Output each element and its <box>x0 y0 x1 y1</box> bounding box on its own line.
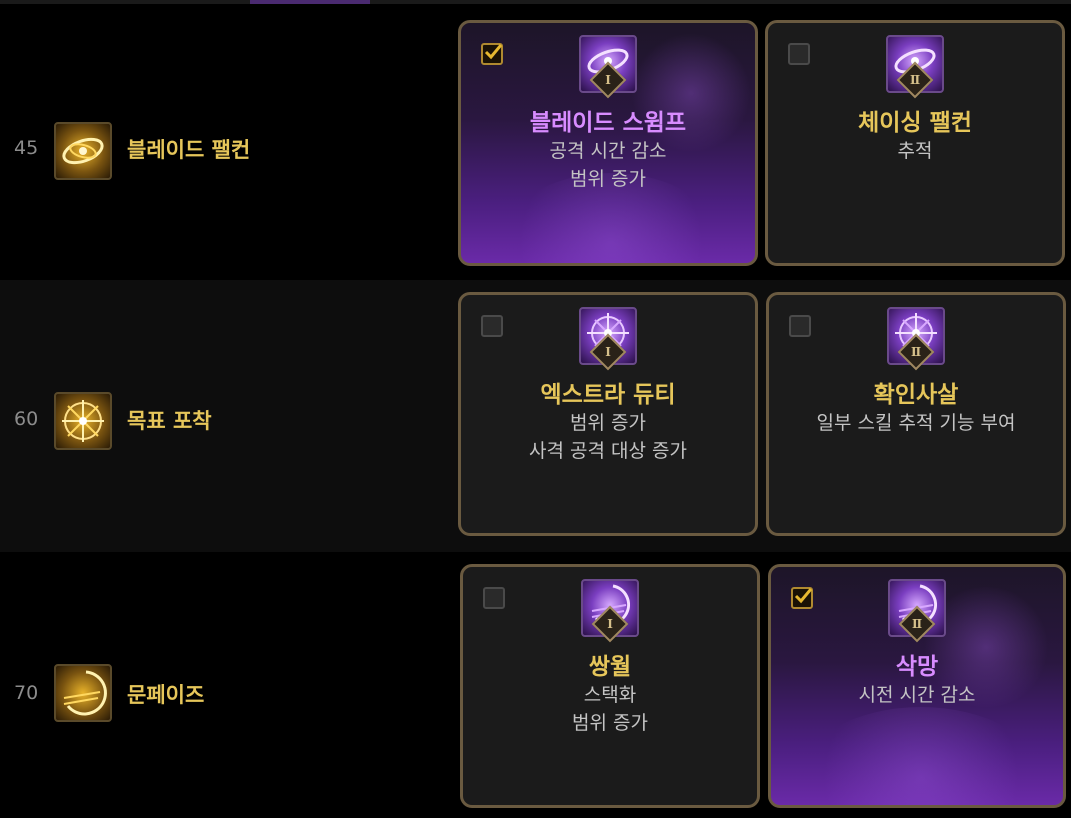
skill-row-70: 70 문페이즈 Ⅰ 쌍월 스택화 범위 증가 Ⅱ 삭망 시전 시간 감소 <box>0 552 1071 818</box>
option-checkbox[interactable] <box>788 43 810 65</box>
skill-level: 45 <box>14 137 39 159</box>
option-desc-line: 범위 증가 <box>570 168 646 190</box>
skill-row-45: 45 블레이드 팰컨 Ⅰ 블레이드 스윔프 공격 시간 감소 범위 증가 Ⅱ 체… <box>0 4 1071 280</box>
tripod-option-card[interactable]: Ⅱ 삭망 시전 시간 감소 <box>768 564 1066 808</box>
skill-name: 목표 포착 <box>127 409 212 433</box>
moon-phase-icon <box>54 664 112 722</box>
target-lock-icon <box>54 392 112 450</box>
tripod-option-card[interactable]: Ⅰ 엑스트라 듀티 범위 증가 사격 공격 대상 증가 <box>458 292 758 536</box>
option-title: 엑스트라 듀티 <box>540 382 676 408</box>
option-checkbox[interactable] <box>789 315 811 337</box>
option-description: 시전 시간 감소 <box>771 681 1063 709</box>
option-title: 삭망 <box>895 654 939 680</box>
option-desc-line: 범위 증가 <box>570 412 646 434</box>
blade-falcon-icon <box>54 122 112 180</box>
option-title: 확인사살 <box>873 382 959 408</box>
skill-row-60: 60 목표 포착 Ⅰ 엑스트라 듀티 범위 증가 사격 공격 대상 증가 Ⅱ 확… <box>0 280 1071 552</box>
option-title: 블레이드 스윔프 <box>529 110 687 136</box>
tripod-option-card[interactable]: Ⅰ 쌍월 스택화 범위 증가 <box>460 564 760 808</box>
smoke-effect <box>801 707 1041 805</box>
option-description: 일부 스킬 추적 기능 부여 <box>769 409 1063 437</box>
skill-name: 문페이즈 <box>127 683 205 707</box>
option-desc-line: 추적 <box>897 140 933 162</box>
option-title: 쌍월 <box>588 654 632 680</box>
option-desc-line: 공격 시간 감소 <box>549 140 667 162</box>
option-description: 범위 증가 사격 공격 대상 증가 <box>461 409 755 465</box>
tripod-option-card[interactable]: Ⅱ 체이싱 팰컨 추적 <box>765 20 1065 266</box>
option-desc-line: 시전 시간 감소 <box>858 684 976 706</box>
option-title: 체이싱 팰컨 <box>858 110 972 136</box>
tripod-option-card[interactable]: Ⅱ 확인사살 일부 스킬 추적 기능 부여 <box>766 292 1066 536</box>
option-desc-line: 일부 스킬 추적 기능 부여 <box>816 412 1016 434</box>
skill-name: 블레이드 팰컨 <box>127 138 251 162</box>
option-desc-line: 사격 공격 대상 증가 <box>529 440 687 462</box>
tripod-option-card[interactable]: Ⅰ 블레이드 스윔프 공격 시간 감소 범위 증가 <box>458 20 758 266</box>
option-desc-line: 범위 증가 <box>572 712 648 734</box>
option-checkbox[interactable] <box>481 43 503 65</box>
option-checkbox[interactable] <box>483 587 505 609</box>
skill-level: 70 <box>14 682 39 704</box>
tripod-selection-panel: 45 블레이드 팰컨 Ⅰ 블레이드 스윔프 공격 시간 감소 범위 증가 Ⅱ 체… <box>0 0 1071 818</box>
skill-level: 60 <box>14 408 39 430</box>
option-checkbox[interactable] <box>791 587 813 609</box>
option-desc-line: 스택화 <box>583 684 637 706</box>
option-description: 공격 시간 감소 범위 증가 <box>461 137 755 193</box>
option-description: 스택화 범위 증가 <box>463 681 757 737</box>
option-checkbox[interactable] <box>481 315 503 337</box>
option-description: 추적 <box>768 137 1062 165</box>
